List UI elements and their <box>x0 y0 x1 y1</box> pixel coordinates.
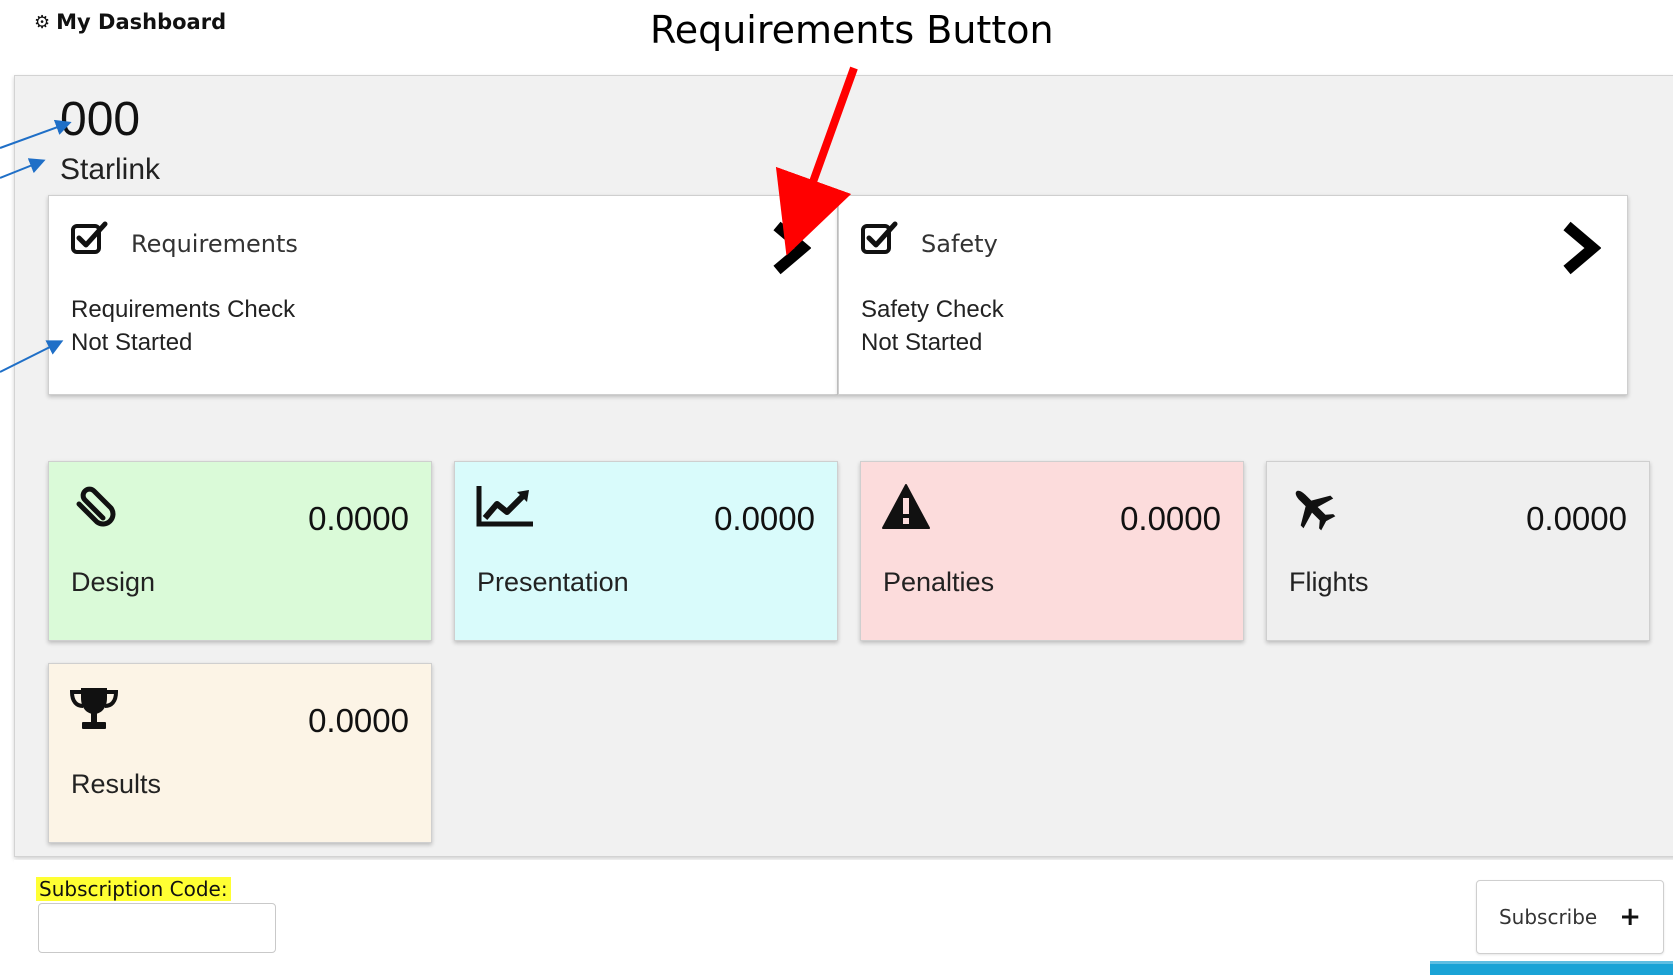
results-score: 0.0000 <box>308 702 409 739</box>
line-chart-icon <box>476 486 533 527</box>
results-label: Results <box>71 769 162 799</box>
presentation-label: Presentation <box>477 567 629 597</box>
design-card[interactable]: 0.0000 Design <box>48 461 432 641</box>
subscribe-button[interactable]: Subscribe + <box>1476 880 1664 954</box>
checkbox-icon <box>71 221 108 254</box>
results-card[interactable]: 0.0000 Results <box>48 663 432 843</box>
safety-button[interactable] <box>1559 220 1601 276</box>
dashboard-icon: ⚙ <box>34 11 51 33</box>
penalties-score: 0.0000 <box>1120 500 1221 537</box>
trophy-icon <box>69 688 119 729</box>
flights-card[interactable]: 0.0000 Flights <box>1266 461 1650 641</box>
flights-score: 0.0000 <box>1526 500 1627 537</box>
penalties-label: Penalties <box>883 567 995 597</box>
design-score: 0.0000 <box>308 500 409 537</box>
plane-icon <box>1295 490 1336 531</box>
paperclip-icon <box>76 486 116 527</box>
design-label: Design <box>71 567 156 597</box>
page-title-text: My Dashboard <box>56 10 227 34</box>
subscription-code-input[interactable] <box>38 903 276 953</box>
safety-status: Not Started <box>861 329 983 356</box>
annotation-callout: Requirements Button <box>650 8 1054 52</box>
requirements-card: Requirements Requirements Check Not Star… <box>48 195 838 395</box>
presentation-score: 0.0000 <box>714 500 815 537</box>
subscribe-button-label: Subscribe <box>1498 905 1598 929</box>
safety-title: Safety <box>921 230 998 258</box>
requirements-button[interactable] <box>769 220 811 276</box>
flights-label: Flights <box>1289 567 1369 597</box>
subscription-label: Subscription Code: <box>36 877 231 901</box>
requirements-check-label: Requirements Check <box>71 296 296 323</box>
brand-logo-fragment <box>1430 961 1673 975</box>
requirements-status: Not Started <box>71 329 193 356</box>
safety-check-label: Safety Check <box>861 296 1004 323</box>
presentation-card[interactable]: 0.0000 Presentation <box>454 461 838 641</box>
team-name: Starlink <box>60 153 161 186</box>
checkbox-icon <box>861 221 898 254</box>
plus-icon: + <box>1619 902 1642 932</box>
team-number: 000 <box>60 93 141 146</box>
page-title: ⚙ My Dashboard <box>34 10 226 34</box>
warning-icon <box>882 484 930 529</box>
safety-card: Safety Safety Check Not Started <box>838 195 1628 395</box>
requirements-title: Requirements <box>131 230 298 258</box>
penalties-card[interactable]: 0.0000 Penalties <box>860 461 1244 641</box>
